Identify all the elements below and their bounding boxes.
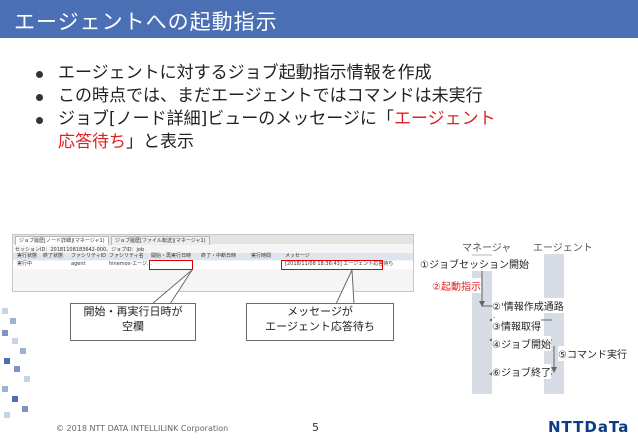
step-info-create: ②'情報作成通路	[492, 298, 564, 313]
step-info-fetch: ③情報取得	[492, 318, 541, 333]
step-job-end: ⑥ジョブ終了	[492, 364, 551, 379]
copyright: © 2018 NTT DATA INTELLILINK Corporation	[56, 424, 229, 433]
page-number: 5	[312, 421, 319, 434]
step-launch: ②起動指示	[432, 278, 481, 293]
step-session-start: ①ジョブセッション開始	[420, 256, 529, 271]
ntt-data-logo: NTTDaTa	[548, 418, 630, 436]
step-job-start: ④ジョブ開始	[492, 336, 551, 351]
step-command-run: ⑤コマンド実行	[558, 346, 627, 361]
